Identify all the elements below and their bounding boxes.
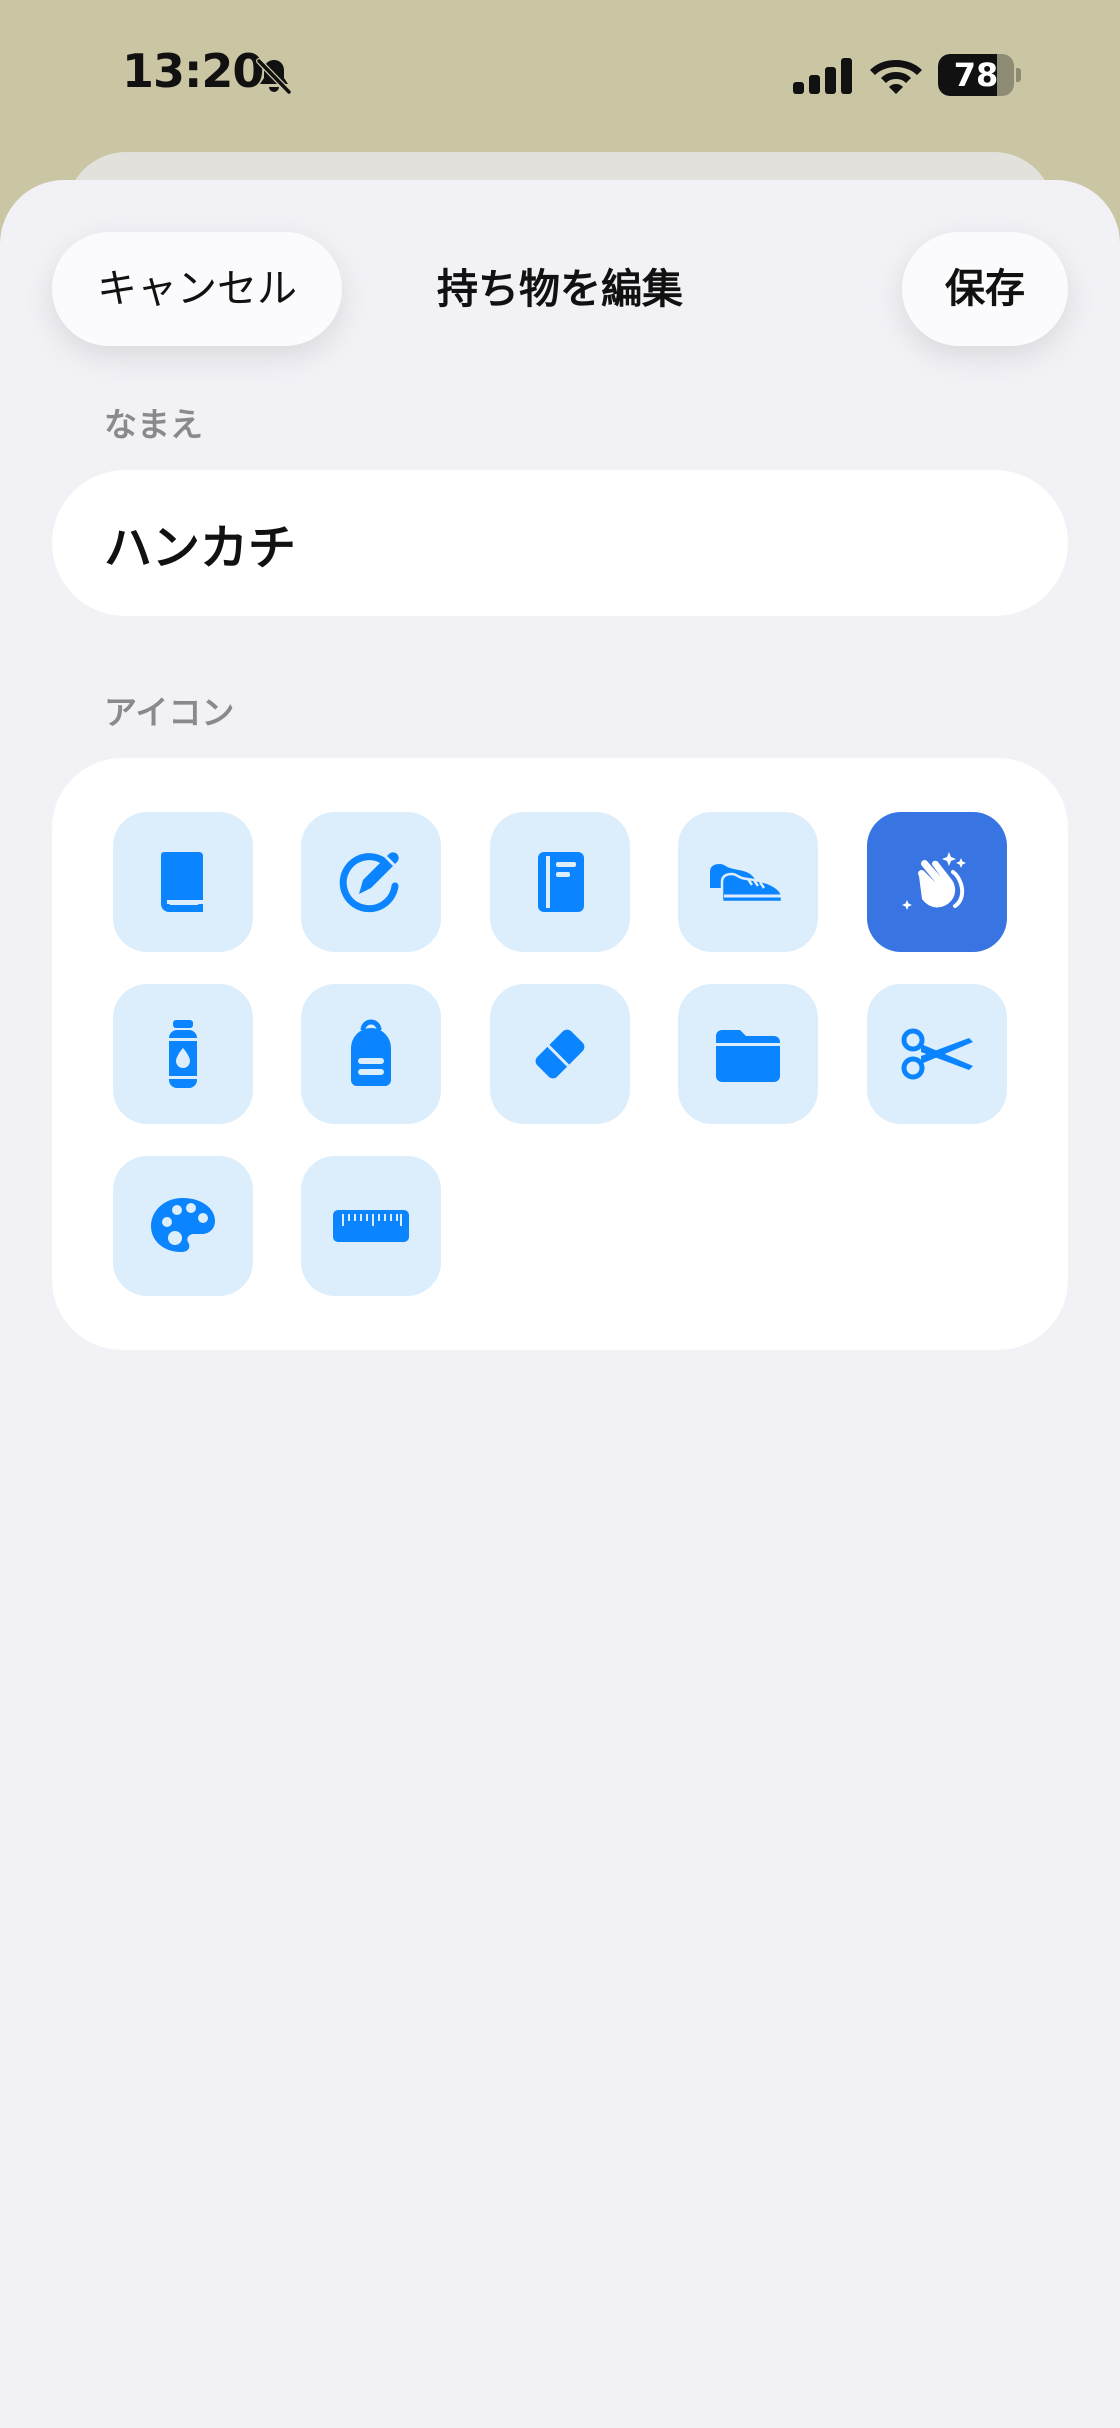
icon-option-hands-clap[interactable] xyxy=(867,812,1007,952)
folder-icon xyxy=(716,1030,780,1082)
cancel-button[interactable]: キャンセル xyxy=(52,232,342,346)
icon-option-ruler[interactable] xyxy=(301,1156,441,1296)
cellular-signal-icon xyxy=(793,58,852,94)
paint-palette-icon xyxy=(151,1198,215,1252)
icon-picker-grid xyxy=(52,758,1068,1350)
battery-cap xyxy=(1016,68,1021,82)
icon-option-folder[interactable] xyxy=(678,984,818,1124)
page-title: 持ち物を編集 xyxy=(437,265,683,313)
status-bar: 13:20 78 xyxy=(0,0,1120,150)
sneakers-icon xyxy=(710,864,784,904)
backpack-icon xyxy=(351,1019,391,1086)
icon-option-pencil-circle[interactable] xyxy=(301,812,441,952)
save-button[interactable]: 保存 xyxy=(902,232,1068,346)
pencil-circle-icon xyxy=(339,852,399,913)
status-time: 13:20 xyxy=(122,44,264,98)
wifi-icon xyxy=(870,60,922,94)
scissors-icon xyxy=(901,1028,973,1080)
icon-option-sneakers[interactable] xyxy=(678,812,818,952)
name-input[interactable] xyxy=(52,470,1068,616)
edit-item-sheet: キャンセル 持ち物を編集 保存 なまえ アイコン xyxy=(0,180,1120,2428)
icon-section-label: アイコン xyxy=(104,693,235,732)
battery-body: 78 xyxy=(938,54,1014,96)
hands-clap-sparkles-icon xyxy=(902,852,966,910)
battery-percentage: 78 xyxy=(953,56,999,94)
ruler-icon xyxy=(333,1210,409,1242)
battery-indicator: 78 xyxy=(938,54,1021,96)
icon-option-paint-palette[interactable] xyxy=(113,1156,253,1296)
notebook-icon xyxy=(538,852,584,912)
icon-option-eraser[interactable] xyxy=(490,984,630,1124)
icon-option-scissors[interactable] xyxy=(867,984,1007,1124)
icon-option-backpack[interactable] xyxy=(301,984,441,1124)
book-icon xyxy=(161,852,203,912)
icon-option-notebook[interactable] xyxy=(490,812,630,952)
icon-option-water-bottle[interactable] xyxy=(113,984,253,1124)
bell-slash-icon xyxy=(256,58,292,95)
eraser-icon xyxy=(535,1029,585,1079)
icon-option-book[interactable] xyxy=(113,812,253,952)
name-section-label: なまえ xyxy=(104,405,203,444)
water-bottle-icon xyxy=(169,1020,197,1088)
